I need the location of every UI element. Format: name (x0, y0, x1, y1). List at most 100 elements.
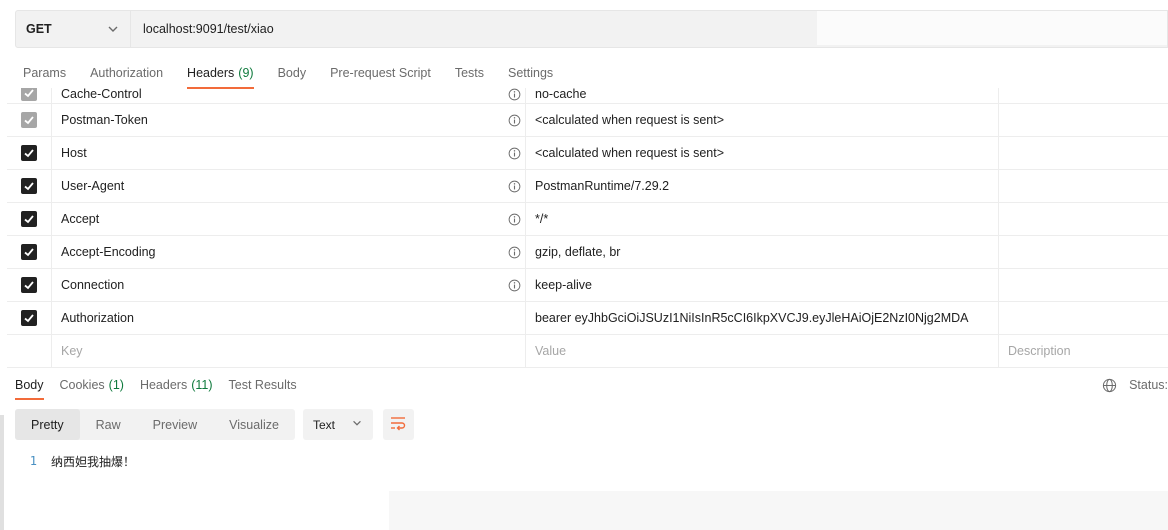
wrap-lines-icon (389, 414, 407, 435)
header-value: no-cache (535, 88, 587, 101)
header-value-cell[interactable]: */* (526, 203, 999, 235)
header-description-cell[interactable] (999, 104, 1168, 136)
info-icon[interactable] (508, 114, 521, 127)
header-value-cell[interactable]: no-cache (526, 88, 999, 103)
header-description-cell[interactable] (999, 269, 1168, 301)
new-value-input[interactable]: Value (526, 335, 999, 367)
header-description-cell[interactable] (999, 203, 1168, 235)
check-icon (23, 88, 35, 99)
info-icon[interactable] (508, 213, 521, 226)
info-icon[interactable] (508, 246, 521, 259)
header-checkbox-cell (7, 88, 52, 103)
header-key: Connection (61, 278, 125, 292)
info-icon[interactable] (508, 279, 521, 292)
tab-pre-request-script[interactable]: Pre-request Script (322, 58, 439, 88)
header-key-cell[interactable]: Connection (52, 269, 526, 301)
header-value-cell[interactable]: PostmanRuntime/7.29.2 (526, 170, 999, 202)
tab-tests[interactable]: Tests (447, 58, 492, 88)
wrap-lines-button[interactable] (382, 409, 414, 440)
header-checkbox[interactable] (21, 145, 37, 161)
format-label: Text (312, 417, 335, 432)
header-row: Postman-Token <calculated when request is… (7, 104, 1168, 137)
header-value: gzip, deflate, br (535, 245, 621, 259)
header-description-cell[interactable] (999, 88, 1168, 103)
format-select[interactable]: Text (302, 409, 373, 440)
response-tab-test-results[interactable]: Test Results (221, 370, 305, 400)
header-key: User-Agent (61, 179, 125, 193)
line-number: 1 (29, 454, 37, 468)
tab-authorization[interactable]: Authorization (82, 58, 171, 88)
header-checkbox-cell (7, 335, 52, 367)
description-placeholder: Description (1008, 344, 1071, 358)
view-mode-visualize[interactable]: Visualize (213, 409, 295, 440)
header-value: <calculated when request is sent> (535, 113, 725, 127)
header-value-cell[interactable]: <calculated when request is sent> (526, 104, 999, 136)
globe-icon[interactable] (1102, 378, 1117, 393)
view-mode-preview[interactable]: Preview (137, 409, 213, 440)
view-mode-raw[interactable]: Raw (80, 409, 137, 440)
header-checkbox-cell (7, 302, 52, 334)
header-key: Postman-Token (61, 113, 148, 127)
header-checkbox[interactable] (21, 112, 37, 128)
info-icon[interactable] (508, 147, 521, 160)
header-value: keep-alive (535, 278, 592, 292)
key-placeholder: Key (61, 344, 83, 358)
header-description-cell[interactable] (999, 236, 1168, 268)
header-key: Host (61, 146, 87, 160)
header-description-cell[interactable] (999, 302, 1168, 334)
url-text: localhost:9091/test/xiao (143, 22, 274, 36)
response-tab-headers[interactable]: Headers (11) (132, 370, 221, 400)
response-toolbar: Pretty Raw Preview Visualize Text (15, 409, 414, 440)
header-description-cell[interactable] (999, 137, 1168, 169)
header-checkbox[interactable] (21, 211, 37, 227)
info-icon[interactable] (508, 180, 521, 193)
header-key-cell[interactable]: Cache-Control (52, 88, 526, 103)
new-description-input[interactable]: Description (999, 335, 1168, 367)
info-icon[interactable] (508, 88, 521, 101)
header-checkbox[interactable] (21, 178, 37, 194)
header-key-cell[interactable]: Postman-Token (52, 104, 526, 136)
header-checkbox[interactable] (21, 310, 37, 326)
new-key-input[interactable]: Key (52, 335, 526, 367)
tab-params[interactable]: Params (15, 58, 74, 88)
header-checkbox[interactable] (21, 277, 37, 293)
tab-count: (1) (108, 378, 124, 392)
header-key-cell[interactable]: User-Agent (52, 170, 526, 202)
tab-settings[interactable]: Settings (500, 58, 561, 88)
method-select[interactable]: GET (16, 11, 131, 47)
header-row: User-Agent PostmanRuntime/7.29.2 (7, 170, 1168, 203)
header-new-row: Key Value Description (7, 335, 1168, 368)
view-mode-switch: Pretty Raw Preview Visualize (15, 409, 295, 440)
header-value-cell[interactable]: gzip, deflate, br (526, 236, 999, 268)
header-key-cell[interactable]: Accept-Encoding (52, 236, 526, 268)
headers-table: Cache-Control no-cache Postman-Token <calcu… (7, 88, 1168, 368)
header-key: Accept-Encoding (61, 245, 156, 259)
tab-headers[interactable]: Headers (9) (179, 58, 262, 89)
view-mode-pretty[interactable]: Pretty (15, 409, 80, 440)
tab-label: Cookies (59, 378, 105, 392)
tab-label: Params (23, 66, 67, 80)
header-checkbox[interactable] (21, 244, 37, 260)
header-value-cell[interactable]: <calculated when request is sent> (526, 137, 999, 169)
header-checkbox[interactable] (21, 88, 37, 101)
header-value: */* (535, 212, 549, 226)
chevron-down-icon (106, 22, 120, 36)
header-description-cell[interactable] (999, 170, 1168, 202)
tab-label: Authorization (90, 66, 164, 80)
header-row: Host <calculated when request is sent> (7, 137, 1168, 170)
check-icon (23, 279, 35, 291)
header-value-cell[interactable]: keep-alive (526, 269, 999, 301)
response-tab-cookies[interactable]: Cookies (1) (52, 370, 132, 400)
tab-label: Pre-request Script (330, 66, 431, 80)
response-tab-body[interactable]: Body (7, 370, 52, 400)
tab-body[interactable]: Body (270, 58, 315, 88)
header-checkbox-cell (7, 269, 52, 301)
value-placeholder: Value (535, 344, 567, 358)
check-icon (23, 147, 35, 159)
header-key-cell[interactable]: Authorization (52, 302, 526, 334)
header-key-cell[interactable]: Accept (52, 203, 526, 235)
request-url-bar: GET localhost:9091/test/xiao (15, 10, 1168, 48)
header-key-cell[interactable]: Host (52, 137, 526, 169)
resize-handle[interactable] (0, 415, 4, 530)
header-value-cell[interactable]: bearer eyJhbGciOiJSUzI1NiIsInR5cCI6IkpXV… (526, 302, 999, 334)
